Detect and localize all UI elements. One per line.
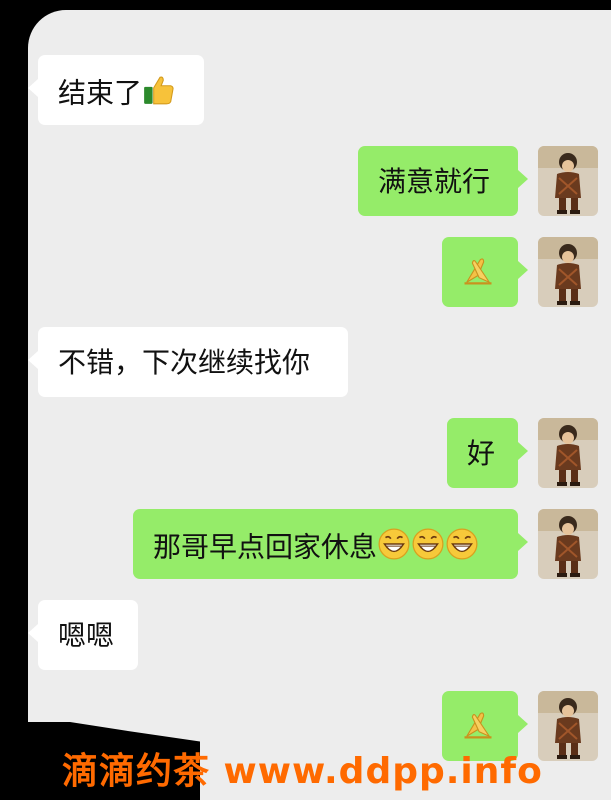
message-bubble-incoming[interactable]: 嗯嗯 [28,600,138,670]
message-text: 嗯嗯 [58,619,115,652]
avatar[interactable] [538,146,598,216]
message-bubble-outgoing[interactable]: 那哥早点回家休息 [133,509,528,579]
grinning-squinting-icon [377,527,411,570]
avatar[interactable] [538,237,598,307]
message-text: 满意就行 [378,165,491,198]
avatar[interactable] [538,418,598,488]
message-text: 好 [467,437,496,470]
grinning-squinting-icon [411,527,445,570]
message-bubble-outgoing[interactable]: 满意就行 [358,146,528,216]
message-bubble-incoming[interactable]: 结束了 [28,55,204,125]
message-text: 结束了 [58,76,143,110]
message-text: 那哥早点回家休息 [153,530,378,564]
grinning-squinting-icon [445,527,479,570]
folded-hands-icon [460,253,496,298]
message-bubble-outgoing[interactable] [442,237,528,307]
watermark-text: 滴滴约茶 www.ddpp.info [62,751,543,792]
chat-panel [28,10,611,800]
thumbs-up-icon [142,73,176,116]
message-bubble-incoming[interactable]: 不错，下次继续找你 [28,327,348,397]
message-text: 不错，下次继续找你 [58,346,311,379]
avatar[interactable] [538,509,598,579]
message-bubble-outgoing[interactable]: 好 [447,418,528,488]
avatar[interactable] [538,691,598,761]
